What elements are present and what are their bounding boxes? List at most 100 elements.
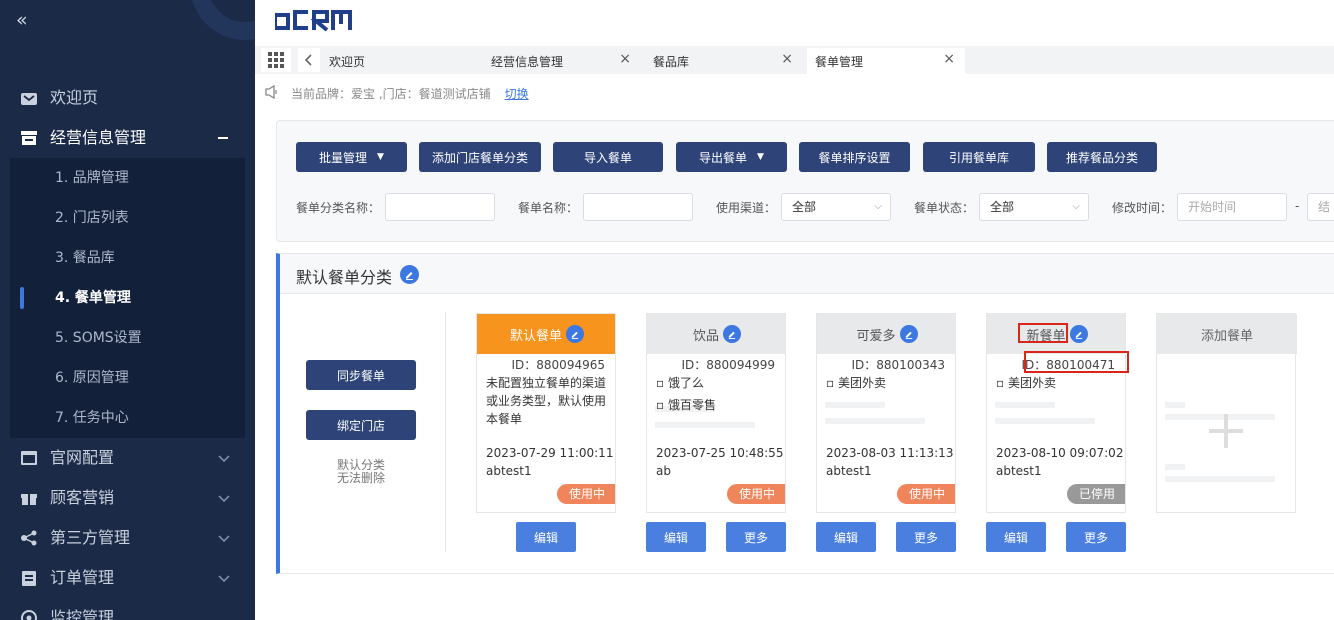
placeholder-line — [1165, 402, 1185, 408]
add-store-menu-category-button[interactable]: 添加门店餐单分类 — [419, 142, 541, 172]
menu-card-header: 饮品 — [647, 314, 785, 354]
more-button[interactable]: 更多 — [726, 522, 786, 552]
batch-manage-button[interactable]: 批量管理 ▼ — [296, 142, 407, 172]
category-name-label: 餐单分类名称： — [296, 201, 381, 215]
note-line: 无法删除 — [336, 471, 385, 485]
menu-card-default[interactable]: 默认餐单 ID：880094965 未配置独立餐单的渠道或业务类型，默认使用本餐… — [476, 313, 616, 513]
collapse-sidebar-icon[interactable]: « — [16, 10, 28, 30]
menu-card-drinks[interactable]: 饮品 ID：880094999 ▫ 饿了么 ▫ 饿百零售 2023-07-25 … — [646, 313, 786, 513]
range-separator: - — [1295, 199, 1300, 213]
sidebar-item-business-info[interactable]: 经营信息管理 — [0, 118, 255, 158]
status-badge: 已停用 — [1066, 484, 1125, 504]
chevron-down-icon — [217, 530, 231, 544]
monitor-icon — [20, 609, 38, 620]
chevron-left-icon[interactable] — [298, 48, 320, 72]
add-menu-card[interactable]: 添加餐单 — [1156, 313, 1297, 513]
import-menu-button[interactable]: 导入餐单 — [553, 142, 663, 172]
sidebar-item-label: 经营信息管理 — [50, 128, 147, 147]
home-icon — [20, 89, 38, 107]
menu-name-input[interactable] — [583, 193, 693, 221]
edit-icon[interactable] — [1069, 325, 1088, 343]
edit-icon[interactable] — [899, 325, 918, 343]
placeholder-line — [1165, 476, 1275, 482]
start-time-input[interactable]: 开始时间 — [1177, 193, 1287, 221]
sidebar-subitem-soms[interactable]: 5. SOMS设置 — [10, 318, 245, 358]
edit-button[interactable]: 编辑 — [516, 522, 576, 552]
sidebar-subitem-reasons[interactable]: 6. 原因管理 — [10, 358, 245, 398]
sidebar-item-label: 第三方管理 — [50, 528, 131, 547]
edit-icon[interactable] — [566, 325, 584, 343]
menu-name-label: 餐单名称： — [518, 201, 579, 215]
button-label: 推荐餐品分类 — [1065, 150, 1138, 165]
tab-welcome[interactable]: 欢迎页 — [321, 48, 479, 74]
menu-card-id: ID：880094965 — [511, 358, 606, 372]
sidebar-item-welcome[interactable]: 欢迎页 — [0, 78, 255, 118]
edit-icon[interactable] — [723, 325, 741, 343]
window-icon — [20, 449, 38, 467]
bind-store-button[interactable]: 绑定门店 — [306, 410, 416, 440]
placeholder-line — [995, 418, 1095, 424]
status-select[interactable]: 全部 ⌵ — [979, 193, 1089, 221]
sidebar: « 欢迎页 经营信息管理 1. 品牌管理 2. 门店列表 3. 餐品库 4. 餐… — [0, 0, 255, 620]
current-store-text: 当前品牌：爱宝 ,门店：餐道测试店铺 — [291, 86, 491, 101]
menu-card-user: abtest1 — [486, 464, 532, 478]
button-label: 绑定门店 — [336, 418, 385, 433]
close-icon[interactable]: × — [619, 51, 631, 67]
speaker-icon — [265, 84, 281, 102]
sidebar-subitem-stores[interactable]: 2. 门店列表 — [10, 198, 245, 238]
button-label: 餐单排序设置 — [818, 150, 891, 165]
sidebar-subitem-menu-management[interactable]: 4. 餐单管理 — [10, 278, 245, 318]
menu-card-id: ID：880094999 — [681, 358, 776, 372]
placeholder-line — [1165, 464, 1185, 470]
menu-card-kealduo[interactable]: 可爱多 ID：880100343 ▫ 美团外卖 2023-08-03 11:13… — [816, 313, 956, 513]
status-badge: 使用中 — [726, 484, 785, 504]
export-menu-button[interactable]: 导出餐单 ▼ — [676, 142, 787, 172]
tab-business-info[interactable]: 经营信息管理 × — [483, 48, 641, 74]
sidebar-item-marketing[interactable]: 顾客营销 — [0, 478, 255, 518]
chevron-down-icon — [217, 570, 231, 584]
menu-sort-settings-button[interactable]: 餐单排序设置 — [799, 142, 910, 172]
placeholder-line — [825, 418, 925, 424]
tab-dish-library[interactable]: 餐品库 × — [645, 48, 803, 74]
sync-menu-button[interactable]: 同步餐单 — [306, 360, 416, 390]
edit-button[interactable]: 编辑 — [646, 522, 706, 552]
sidebar-item-third-party[interactable]: 第三方管理 — [0, 518, 255, 558]
button-label: 引用餐单库 — [948, 150, 1009, 165]
sidebar-subitem-brand[interactable]: 1. 品牌管理 — [10, 158, 245, 198]
menu-card-time: 2023-08-03 11:13:13 — [826, 446, 954, 460]
divider — [445, 312, 446, 552]
sidebar-item-website[interactable]: 官网配置 — [0, 438, 255, 478]
edit-button[interactable]: 编辑 — [816, 522, 876, 552]
close-icon[interactable]: × — [781, 51, 793, 67]
menu-card-new[interactable]: 新餐单 ID：880100471 ▫ 美团外卖 2023-08-10 09:07… — [986, 313, 1126, 513]
grid-menu-icon[interactable] — [261, 48, 291, 72]
channel-select[interactable]: 全部 ⌵ — [781, 193, 891, 221]
channel-selected-value: 全部 — [792, 200, 817, 214]
category-name-input[interactable] — [385, 193, 495, 221]
sidebar-subitem-label: 7. 任务中心 — [55, 410, 129, 426]
sidebar-subitem-dish-library[interactable]: 3. 餐品库 — [10, 238, 245, 278]
close-icon[interactable]: × — [943, 51, 955, 67]
sidebar-subitem-label: 6. 原因管理 — [55, 370, 129, 386]
sidebar-subitem-tasks[interactable]: 7. 任务中心 — [10, 398, 245, 438]
status-label: 餐单状态： — [914, 201, 975, 215]
placeholder-line — [655, 422, 755, 428]
sidebar-item-monitoring[interactable]: 监控管理 — [0, 598, 255, 620]
tab-menu-management[interactable]: 餐单管理 × — [807, 48, 965, 74]
tab-label: 餐品库 — [653, 55, 690, 69]
edit-category-icon[interactable] — [400, 265, 419, 284]
reference-menu-library-button[interactable]: 引用餐单库 — [923, 142, 1035, 172]
more-button[interactable]: 更多 — [1066, 522, 1126, 552]
button-label: 导出餐单 — [699, 150, 748, 165]
switch-store-link[interactable]: 切换 — [505, 85, 529, 102]
category-header: 默认餐单分类 — [280, 254, 1334, 294]
edit-button[interactable]: 编辑 — [986, 522, 1046, 552]
sidebar-item-orders[interactable]: 订单管理 — [0, 558, 255, 598]
more-button[interactable]: 更多 — [896, 522, 956, 552]
end-time-input[interactable]: 结 — [1307, 193, 1334, 221]
placeholder-line — [995, 402, 1055, 408]
recommend-dish-category-button[interactable]: 推荐餐品分类 — [1047, 142, 1157, 172]
sidebar-item-label: 顾客营销 — [50, 488, 115, 507]
caret-down-icon: ▼ — [757, 152, 764, 162]
default-category-note: 默认分类 无法删除 — [306, 459, 416, 485]
